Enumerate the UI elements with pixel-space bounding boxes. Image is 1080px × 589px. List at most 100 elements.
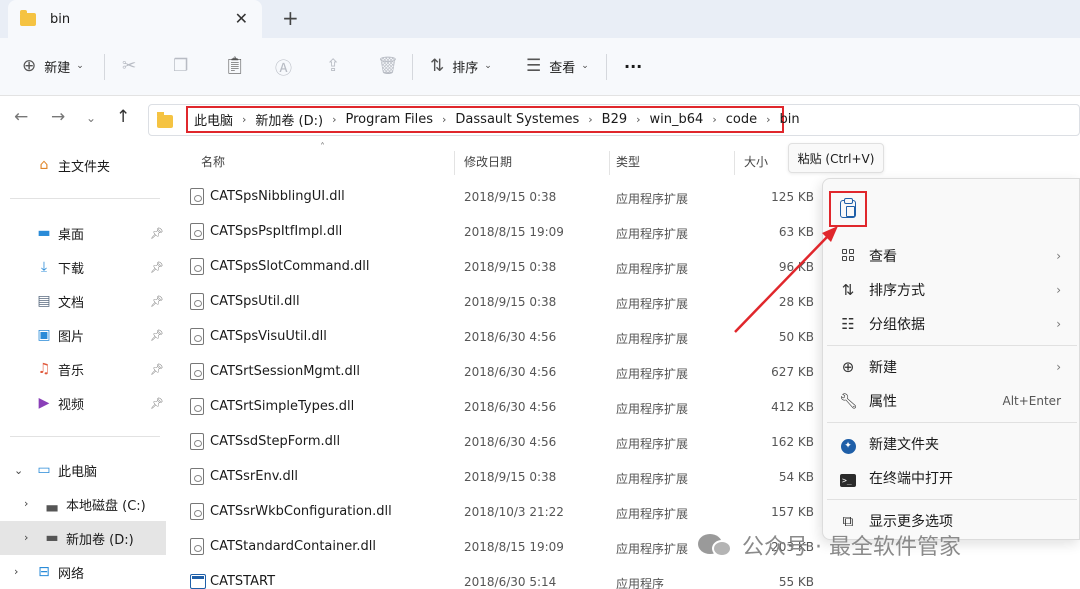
table-row[interactable]: CATSpsUtil.dll 2018/9/15 0:38 应用程序扩展 28 … — [176, 284, 826, 319]
sidebar-item-downloads[interactable]: ⤓ 下载 📌︎ — [0, 250, 166, 284]
chevron-right-icon[interactable]: › — [636, 113, 640, 126]
file-size: 54 KB — [778, 470, 814, 484]
chevron-right-icon[interactable]: › — [712, 113, 716, 126]
breadcrumb-item[interactable]: win_b64 — [650, 112, 704, 127]
tab-bin[interactable]: bin ✕ — [8, 0, 262, 38]
sidebar-item-desktop[interactable]: ▬ 桌面 📌︎ — [0, 216, 166, 250]
menu-item-open-terminal[interactable]: >_ 在终端中打开 — [823, 461, 1080, 495]
file-name: CATSpsSlotCommand.dll — [210, 259, 370, 274]
share-button[interactable]: ⇪ — [326, 52, 340, 80]
new-button[interactable]: ⊕ 新建 ⌄ — [22, 52, 84, 80]
chevron-right-icon[interactable]: › — [332, 113, 336, 126]
address-bar[interactable]: 此电脑 › 新加卷 (D:) › Program Files › Dassaul… — [148, 104, 1080, 136]
file-name: CATSsrWkbConfiguration.dll — [210, 504, 392, 519]
menu-item-new[interactable]: ⊕ 新建 › — [823, 350, 1080, 384]
breadcrumb-item[interactable]: Program Files — [346, 112, 434, 127]
column-header-name[interactable]: 名称 — [201, 153, 225, 170]
breadcrumb-item[interactable]: B29 — [602, 112, 627, 127]
back-arrow-icon[interactable]: ← — [14, 107, 28, 127]
column-header-date[interactable]: 修改日期 — [464, 153, 512, 170]
breadcrumb-item[interactable]: bin — [779, 112, 799, 127]
sort-button[interactable]: ⇅ 排序 ⌄ — [430, 52, 492, 80]
breadcrumb-item[interactable]: 新加卷 (D:) — [255, 110, 323, 129]
column-divider[interactable] — [454, 151, 455, 175]
chevron-down-icon[interactable]: ⌄ — [14, 464, 23, 477]
breadcrumb-item[interactable]: 此电脑 — [194, 110, 233, 129]
chevron-right-icon: › — [1056, 283, 1061, 297]
table-row[interactable]: CATSrtSessionMgmt.dll 2018/6/30 4:56 应用程… — [176, 354, 826, 389]
menu-item-view[interactable]: 查看 › — [823, 239, 1080, 273]
new-folder-icon: ✦ — [839, 434, 857, 454]
breadcrumb-item[interactable]: Dassault Systemes — [455, 112, 579, 127]
sidebar-item-drive-d[interactable]: › ▬ 新加卷 (D:) — [0, 521, 166, 555]
sidebar-item-home[interactable]: ⌂ 主文件夹 — [0, 148, 166, 182]
chevron-right-icon[interactable]: › — [24, 531, 28, 544]
breadcrumb-item[interactable]: code — [726, 112, 757, 127]
table-row[interactable]: CATSrtSimpleTypes.dll 2018/6/30 4:56 应用程… — [176, 389, 826, 424]
close-tab-icon[interactable]: ✕ — [235, 9, 248, 28]
file-size: 28 KB — [778, 295, 814, 309]
up-arrow-icon[interactable]: ↑ — [116, 107, 130, 127]
table-row[interactable]: CATSTART 2018/6/30 5:14 应用程序 55 KB — [176, 564, 826, 589]
pin-icon[interactable]: 📌︎ — [150, 363, 164, 376]
sidebar-item-pictures[interactable]: ▣ 图片 📌︎ — [0, 318, 166, 352]
sidebar-item-label: 视频 — [58, 397, 85, 413]
chevron-right-icon[interactable]: › — [14, 565, 18, 578]
rename-button[interactable]: Ⓐ — [275, 52, 292, 80]
file-type: 应用程序扩展 — [616, 192, 689, 206]
menu-item-sort-by[interactable]: ⇅ 排序方式 › — [823, 273, 1080, 307]
pin-icon[interactable]: 📌︎ — [150, 397, 164, 410]
forward-arrow-icon[interactable]: → — [51, 107, 65, 127]
chevron-right-icon[interactable]: › — [766, 113, 770, 126]
table-row[interactable]: CATSpsPspItfImpl.dll 2018/8/15 19:09 应用程… — [176, 214, 826, 249]
recent-locations-chevron-icon[interactable]: ⌄ — [86, 111, 96, 125]
pin-icon[interactable]: 📌︎ — [150, 261, 164, 274]
chevron-right-icon[interactable]: › — [24, 497, 28, 510]
table-row[interactable]: CATSpsVisuUtil.dll 2018/6/30 4:56 应用程序扩展… — [176, 319, 826, 354]
download-icon: ⤓ — [40, 259, 48, 275]
sidebar-item-music[interactable]: ♫ 音乐 📌︎ — [0, 352, 166, 386]
table-row[interactable]: CATSpsNibblingUI.dll 2018/9/15 0:38 应用程序… — [176, 179, 826, 214]
sidebar-item-drive-c[interactable]: › ▃ 本地磁盘 (C:) — [0, 487, 166, 521]
file-date: 2018/6/30 5:14 — [464, 575, 557, 589]
toolbar-divider — [104, 54, 105, 80]
dll-file-icon — [190, 293, 204, 310]
table-row[interactable]: CATSsrEnv.dll 2018/9/15 0:38 应用程序扩展 54 K… — [176, 459, 826, 494]
paste-button[interactable]: 📋︎ — [224, 52, 246, 80]
table-row[interactable]: CATSsdStepForm.dll 2018/6/30 4:56 应用程序扩展… — [176, 424, 826, 459]
file-name: CATSpsPspItfImpl.dll — [210, 224, 343, 239]
file-type: 应用程序扩展 — [616, 262, 689, 276]
sidebar-item-network[interactable]: › ⊟ 网络 — [0, 555, 166, 589]
menu-item-group-by[interactable]: ☷ 分组依据 › — [823, 307, 1080, 341]
file-date: 2018/6/30 4:56 — [464, 400, 557, 414]
sidebar-item-this-pc[interactable]: ⌄ ▭ 此电脑 — [0, 453, 166, 487]
cut-button[interactable]: ✂ — [122, 52, 136, 80]
sidebar-item-videos[interactable]: ▶ 视频 📌︎ — [0, 386, 166, 420]
file-size: 55 KB — [778, 575, 814, 589]
sidebar-item-documents[interactable]: ▤ 文档 📌︎ — [0, 284, 166, 318]
column-divider[interactable] — [734, 151, 735, 175]
more-options-button[interactable]: ··· — [624, 52, 642, 80]
copy-icon: ❐ — [173, 56, 189, 76]
chevron-right-icon[interactable]: › — [588, 113, 592, 126]
column-divider[interactable] — [609, 151, 610, 175]
chevron-right-icon[interactable]: › — [442, 113, 446, 126]
dll-file-icon — [190, 223, 204, 240]
table-row[interactable]: CATSpsSlotCommand.dll 2018/9/15 0:38 应用程… — [176, 249, 826, 284]
drive-icon: ▃ — [46, 496, 58, 512]
menu-item-properties[interactable]: 🔧︎ 属性 Alt+Enter — [823, 384, 1080, 418]
paste-menu-button[interactable] — [829, 191, 867, 227]
delete-button[interactable]: 🗑︎ — [377, 52, 399, 80]
view-button[interactable]: ☰ 查看 ⌄ — [526, 52, 589, 80]
pin-icon[interactable]: 📌︎ — [150, 329, 164, 342]
new-tab-button[interactable]: + — [282, 6, 299, 30]
menu-item-new-folder[interactable]: ✦ 新建文件夹 — [823, 427, 1080, 461]
column-header-size[interactable]: 大小 — [744, 153, 768, 170]
chevron-right-icon[interactable]: › — [242, 113, 246, 126]
sidebar-divider — [10, 436, 160, 437]
pin-icon[interactable]: 📌︎ — [150, 295, 164, 308]
table-row[interactable]: CATSsrWkbConfiguration.dll 2018/10/3 21:… — [176, 494, 826, 529]
column-header-type[interactable]: 类型 — [616, 153, 640, 170]
copy-button[interactable]: ❐ — [173, 52, 188, 80]
pin-icon[interactable]: 📌︎ — [150, 227, 164, 240]
